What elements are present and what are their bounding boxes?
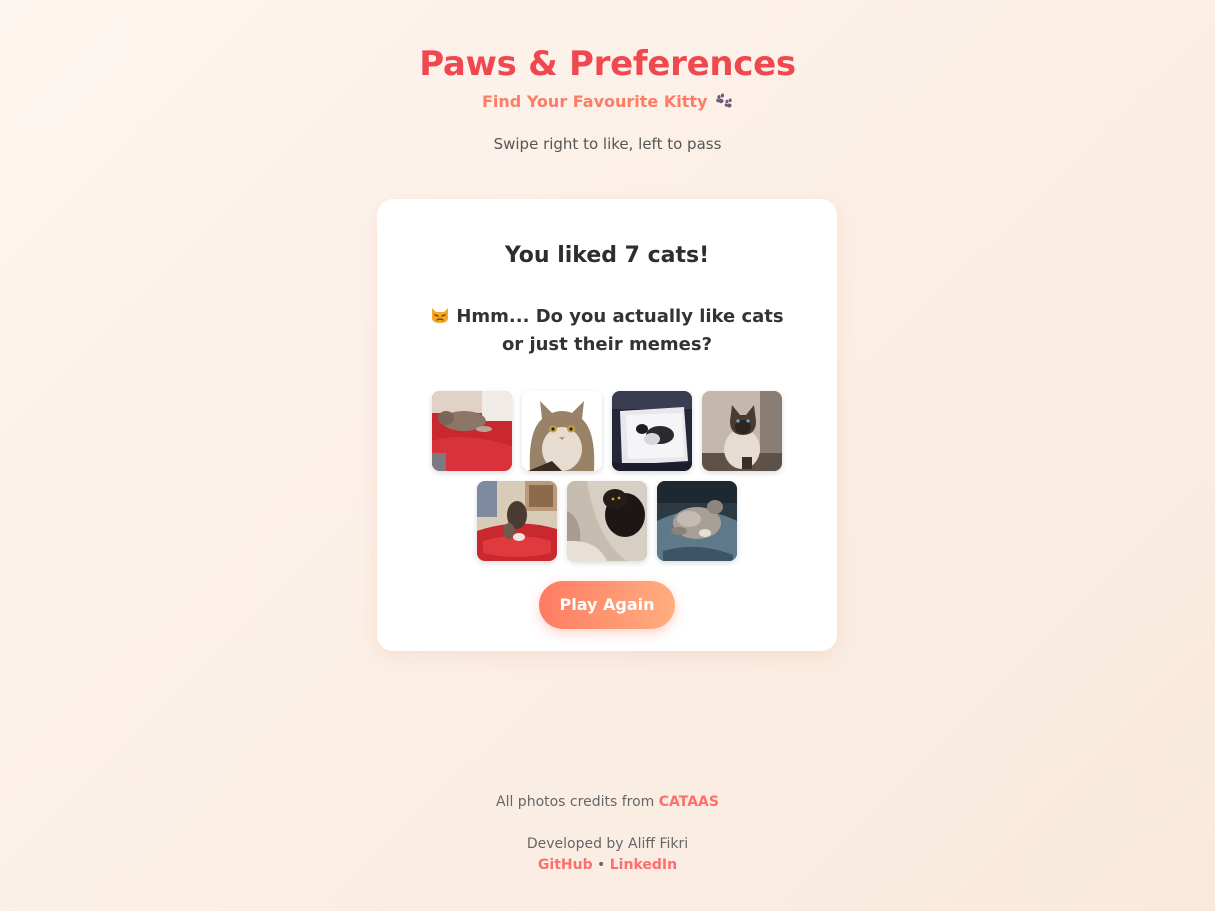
result-message-text: Hmm... Do you actually like cats or just… <box>456 306 784 355</box>
page-title: Paws & Preferences <box>419 44 796 84</box>
liked-cat-photo <box>702 391 782 471</box>
paw-prints-icon <box>715 92 733 108</box>
page-header: Paws & Preferences Find Your Favourite K… <box>0 40 1215 154</box>
grumpy-cat-emoji-icon <box>430 305 450 323</box>
liked-cat-photo <box>522 391 602 471</box>
liked-cat-photo <box>432 391 512 471</box>
play-again-button[interactable]: Play Again <box>539 581 675 629</box>
liked-cats-grid <box>427 391 787 561</box>
page-subtitle: Find Your Favourite Kitty <box>0 90 1215 114</box>
subtitle-text: Find Your Favourite Kitty <box>481 92 708 111</box>
liked-cat-photo <box>657 481 737 561</box>
github-link[interactable]: GitHub <box>538 857 593 873</box>
credits-text: All photos credits from <box>496 794 655 810</box>
liked-cat-photo <box>477 481 557 561</box>
liked-cat-photo <box>612 391 692 471</box>
results-card: You liked 7 cats! Hmm... Do you actually… <box>377 199 837 651</box>
credits-line: All photos credits from CATAAS <box>0 792 1215 812</box>
page-footer: All photos credits from CATAAS Developed… <box>0 792 1215 875</box>
cataas-link[interactable]: CATAAS <box>659 794 719 810</box>
link-separator: • <box>597 857 606 873</box>
social-links: GitHub • LinkedIn <box>0 855 1215 875</box>
liked-cat-photo <box>567 481 647 561</box>
instructions-text: Swipe right to like, left to pass <box>493 135 722 153</box>
linkedin-link[interactable]: LinkedIn <box>610 857 677 873</box>
result-heading: You liked 7 cats! <box>504 243 710 268</box>
developer-text: Developed by Aliff Fikri <box>526 836 689 852</box>
result-message: Hmm... Do you actually like cats or just… <box>417 303 797 359</box>
